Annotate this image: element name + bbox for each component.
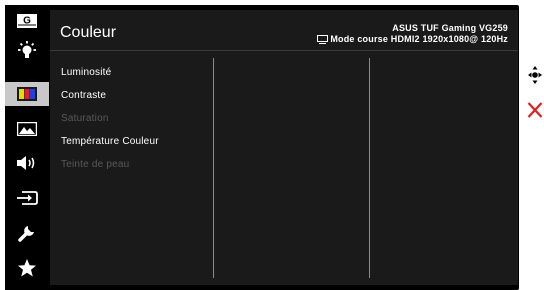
- sidebar-item-gaming[interactable]: G: [5, 9, 49, 33]
- monitor-icon: [317, 35, 329, 44]
- input-icon: [17, 191, 38, 205]
- mode-info-line: Mode course HDMI2 1920x1080@ 120Hz: [317, 34, 508, 45]
- favorite-icon: [18, 259, 36, 277]
- gaming-icon: G: [17, 14, 37, 28]
- menu-item-brightness[interactable]: Luminosité: [61, 67, 111, 78]
- system-setup-icon: [18, 226, 34, 242]
- column-divider-1: [213, 58, 214, 278]
- mode-info: Mode course HDMI2 1920x1080@ 120Hz: [330, 34, 508, 44]
- page-title: Couleur: [60, 24, 117, 41]
- menu-item-saturation: Saturation: [61, 113, 109, 124]
- main-panel: Couleur ASUS TUF Gaming VG259 Mode cours…: [50, 10, 518, 285]
- sidebar-item-color[interactable]: [5, 82, 49, 106]
- monitor-info: ASUS TUF Gaming VG259 Mode course HDMI2 …: [317, 23, 508, 45]
- sidebar: G: [5, 5, 49, 290]
- sidebar-item-image[interactable]: [5, 117, 49, 141]
- menu-item-contrast[interactable]: Contraste: [61, 90, 106, 101]
- image-icon: [17, 122, 37, 136]
- sidebar-item-input[interactable]: [5, 186, 49, 210]
- model-name: ASUS TUF Gaming VG259: [392, 23, 508, 33]
- sidebar-item-favorite[interactable]: [5, 256, 49, 280]
- sidebar-item-system-setup[interactable]: [5, 221, 49, 245]
- five-way-navigate-icon: [528, 66, 542, 84]
- brightness-icon: [18, 41, 36, 58]
- menu-item-skin-tone: Teinte de peau: [61, 159, 130, 170]
- color-icon: [17, 87, 37, 101]
- navigate-control[interactable]: [527, 65, 543, 85]
- close-control[interactable]: [527, 100, 543, 120]
- header-divider: [50, 50, 518, 51]
- sound-icon: [17, 156, 35, 170]
- column-divider-2: [369, 58, 370, 278]
- sidebar-item-brightness[interactable]: [5, 39, 49, 63]
- sidebar-item-sound[interactable]: [5, 151, 49, 175]
- close-icon: [527, 102, 543, 118]
- menu-item-color-temperature[interactable]: Température Couleur: [61, 136, 159, 147]
- osd-window: G Couleur ASUS TUF Gaming VG259 Mode cou…: [5, 5, 519, 290]
